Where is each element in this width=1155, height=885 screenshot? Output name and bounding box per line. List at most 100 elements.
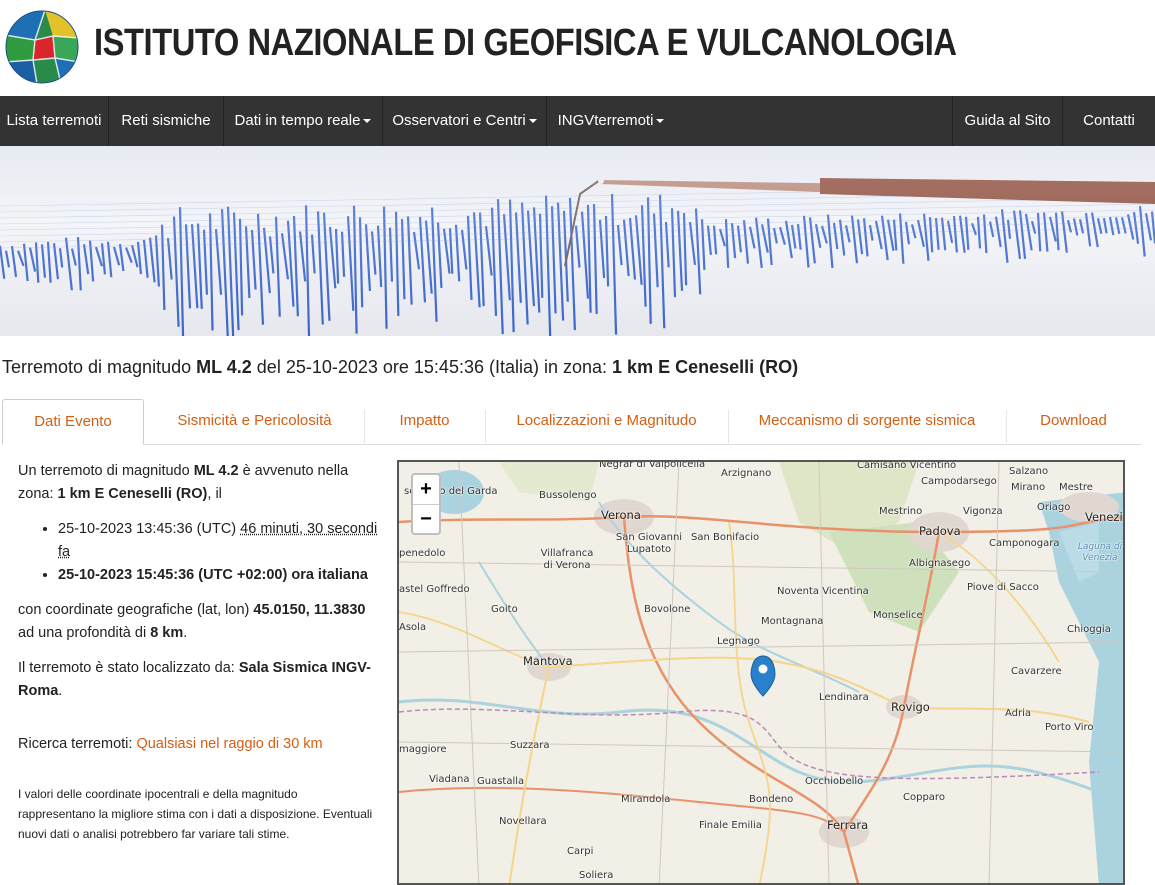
nav-label: Guida al Sito [964,112,1051,129]
map-place-label: Lendinara [819,692,869,703]
map-place-label: Camponogara [989,538,1060,549]
coord-text: con coordinate geografiche (lat, lon) [18,602,254,618]
nav-osservatori-centri[interactable]: Osservatori e Centri [383,96,547,146]
nav-reti-sismiche[interactable]: Reti sismiche [109,96,224,146]
coord-values: 45.0150, 11.3830 [253,602,366,618]
map-place-label: Novellara [499,816,547,827]
map-place-label: Suzzara [510,740,550,751]
map-place-label: Albignasego [909,558,971,569]
depth-value: 8 km [150,625,184,641]
zoom-out-button[interactable]: − [413,505,439,534]
map-place-label: Bussolengo [539,490,597,501]
map-place-label: Asola [399,622,427,633]
nav-dati-tempo-reale[interactable]: Dati in tempo reale [224,96,383,146]
map-place-label: Mantova [523,654,573,668]
map-place-label: Soliera [579,870,614,881]
map-place-label: Laguna di Venezia [1077,542,1123,563]
map-place-label: Carpi [567,846,594,857]
map-place-label: Rovigo [891,700,930,714]
map-place-label: Goito [491,604,518,615]
utc-time: 25-10-2023 13:45:36 (UTC) [58,521,241,537]
search-radius-link[interactable]: Qualsiasi nel raggio di 30 km [136,736,322,752]
nav-ingvterremoti[interactable]: INGVterremoti [547,96,675,146]
tab-sismicita-pericolosita[interactable]: Sismicità e Pericolosità [145,399,364,443]
site-title[interactable]: ISTITUTO NAZIONALE DI GEOFISICA E VULCAN… [94,22,957,65]
map-place-label: Vigonza [963,506,1003,517]
map-place-label: Negrar di Valpolicella [599,460,706,470]
map-place-label: Salzano [1009,466,1049,477]
event-marker-icon[interactable] [750,655,776,697]
tab-download[interactable]: Download [1006,399,1141,443]
tab-label: Localizzazioni e Magnitudo [516,412,697,429]
seismograph-banner [0,146,1155,336]
map-place-label: Arzignano [721,468,772,479]
tab-label: Dati Evento [34,413,112,430]
map-place-label: Bovolone [644,604,691,615]
tab-meccanismo-sorgente[interactable]: Meccanismo di sorgente sismica [728,399,1006,443]
search-earthquakes: Ricerca terremoti: Qualsiasi nel raggio … [18,733,378,756]
punct: . [58,683,63,699]
disclaimer: I valori delle coordinate ipocentrali e … [18,787,373,841]
main-navbar: Lista terremoti Reti sismiche Dati in te… [0,96,1155,146]
site-header: ISTITUTO NAZIONALE DI GEOFISICA E VULCAN… [0,0,1155,96]
map-place-label: Mestre [1059,482,1093,493]
event-times-list: 25-10-2023 13:45:36 (UTC) 46 minuti, 30 … [18,518,378,587]
tab-label: Impatto [399,412,450,429]
intro-text: Un terremoto di magnitudo [18,463,194,479]
nav-guida-al-sito[interactable]: Guida al Sito [952,96,1062,146]
tab-dati-evento[interactable]: Dati Evento [2,399,144,445]
utc-time-item: 25-10-2023 13:45:36 (UTC) 46 minuti, 30 … [58,518,378,564]
intro-text: , il [207,486,222,502]
zoom-in-button[interactable]: + [413,475,439,505]
map-place-label: Guastalla [477,776,525,787]
map-place-label: Villafranca di Verona [540,548,594,571]
event-magnitude: ML 4.2 [193,463,239,479]
map-place-label: penedolo [399,548,446,559]
map-place-label: astel Goffredo [399,584,470,595]
map-place-label: Bondeno [749,794,794,805]
map-place-label: Venezi [1085,510,1123,524]
map-zoom-control: + − [411,473,441,535]
map-place-label: Padova [919,524,961,538]
tab-impatto[interactable]: Impatto [364,399,485,443]
nav-label: Reti sismiche [121,112,211,129]
map-place-label: Campodarsego [921,476,997,487]
map-place-label: Mirano [1011,482,1046,493]
nav-label: INGVterremoti [557,112,654,129]
map-place-label: Piove di Sacco [967,582,1039,593]
punct: . [183,625,188,641]
map-place-label: Mirandola [621,794,671,805]
event-details: Un terremoto di magnitudo ML 4.2 è avven… [18,460,378,856]
map-place-label: Occhiobello [805,776,864,787]
tab-localizzazioni-magnitudo[interactable]: Localizzazioni e Magnitudo [485,399,728,443]
nav-label: Contatti [1083,112,1135,129]
map-place-label: Ferrara [827,818,869,832]
headline-prefix: Terremoto di magnitudo [2,357,197,377]
nav-lista-terremoti[interactable]: Lista terremoti [0,96,109,146]
headline-zone: 1 km E Ceneselli (RO) [612,357,799,377]
located-text: Il terremoto è stato localizzato da: [18,660,239,676]
map-place-label: Porto Viro [1045,722,1094,733]
nav-label: Dati in tempo reale [234,112,361,129]
headline-datetime: del 25-10-2023 ore 15:45:36 (Italia) in … [251,357,613,377]
caret-down-icon [363,119,372,124]
local-time-item: 25-10-2023 15:45:36 (UTC +02:00) ora ita… [58,564,378,587]
event-located-by: Il terremoto è stato localizzato da: Sal… [18,657,378,703]
search-label: Ricerca terremoti: [18,736,137,752]
map-place-label: Finale Emilia [699,820,762,831]
nav-label: Lista terremoti [6,112,102,129]
map-place-label: Chioggia [1067,624,1111,635]
tab-label: Sismicità e Pericolosità [177,412,332,429]
event-tabs: Dati Evento Sismicità e Pericolosità Imp… [2,399,1141,445]
local-time: 25-10-2023 15:45:36 (UTC +02:00) ora ita… [58,567,368,583]
ingv-logo-icon[interactable] [5,10,79,84]
nav-contatti[interactable]: Contatti [1062,96,1155,146]
map-place-label: Camisano Vicentino [857,460,957,471]
event-intro: Un terremoto di magnitudo ML 4.2 è avven… [18,460,378,506]
event-map[interactable]: Negrar di Valpolicella Arzignano Camisan… [397,460,1125,885]
headline-magnitude: ML 4.2 [196,357,252,377]
depth-text: ad una profondità di [18,625,151,641]
map-place-label: Cavarzere [1011,666,1062,677]
map-place-label: San Giovanni Lupatoto [615,532,683,555]
event-headline: Terremoto di magnitudo ML 4.2 del 25-10-… [2,357,798,378]
